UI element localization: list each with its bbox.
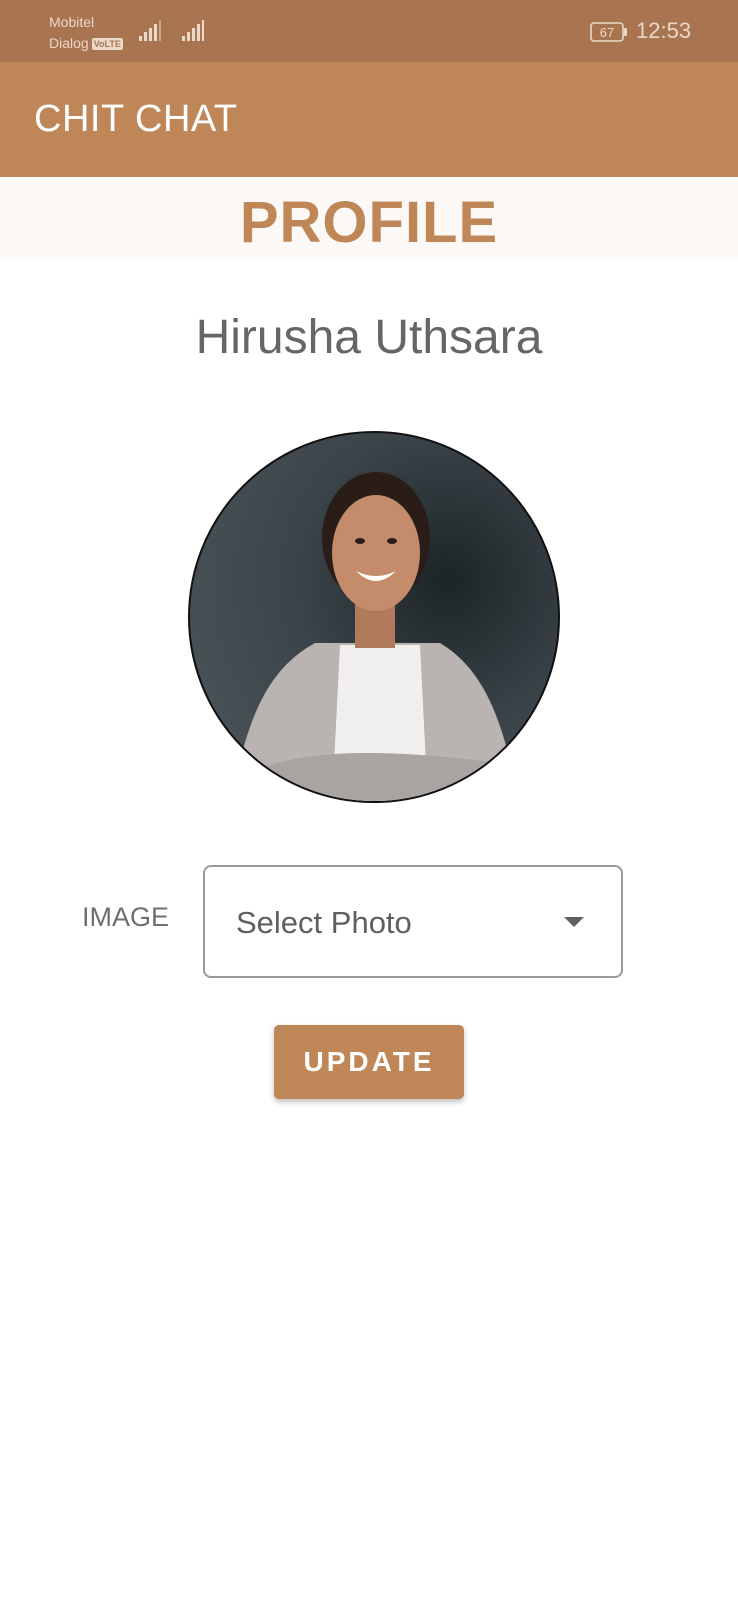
- dropdown-arrow-icon: [564, 917, 584, 927]
- status-bar: Mobitel Dialog VoLTE 67 12:53: [0, 0, 738, 62]
- photo-select-value: Select Photo: [236, 905, 412, 940]
- signal-icon: [182, 20, 204, 41]
- page-title: PROFILE: [239, 190, 499, 255]
- signal-icon: [139, 20, 161, 41]
- profile-photo: [230, 472, 520, 801]
- status-time: 12:53: [636, 18, 692, 43]
- avatar: [188, 431, 560, 803]
- update-button[interactable]: UPDATE: [274, 1025, 464, 1099]
- carrier-name-2: Dialog: [49, 35, 89, 51]
- battery-icon: 67: [590, 22, 627, 42]
- app-bar: CHIT CHAT: [0, 62, 738, 177]
- app-title: CHIT CHAT: [34, 98, 238, 140]
- photo-select-dropdown[interactable]: Select Photo: [203, 865, 623, 978]
- image-label: IMAGE: [82, 902, 170, 932]
- carrier-name-1: Mobitel: [49, 14, 95, 30]
- profile-header: PROFILE: [0, 177, 738, 259]
- user-name: Hirusha Uthsara: [195, 311, 543, 364]
- volte-badge: VoLTE: [91, 37, 123, 50]
- battery-level: 67: [600, 25, 614, 40]
- carrier-info: Mobitel Dialog VoLTE: [49, 12, 123, 54]
